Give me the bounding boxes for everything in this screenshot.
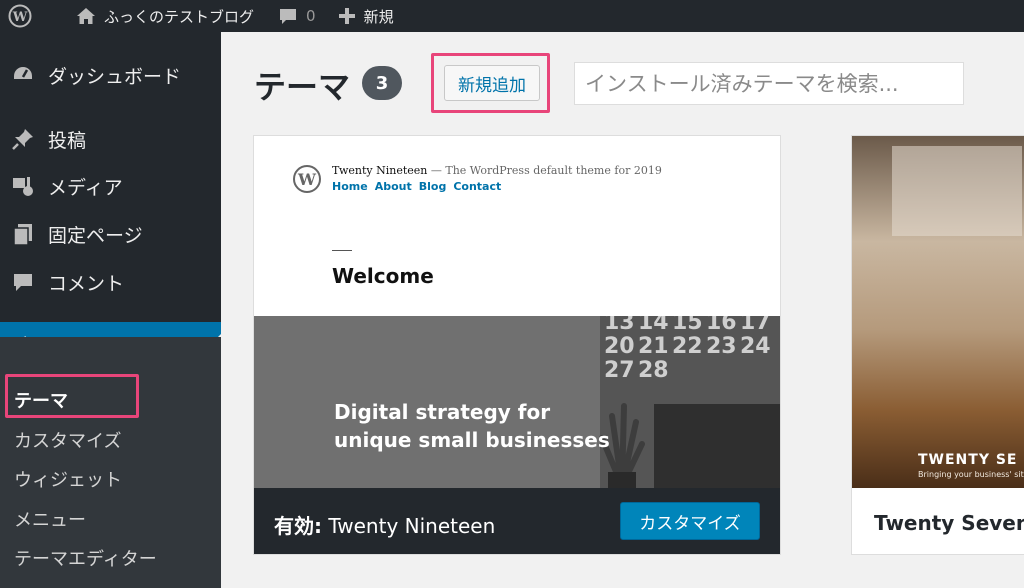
pages-icon [10,221,36,247]
admin-bar: W ふっくのテストブログ 0 新規 [0,0,1024,32]
themes-highlight-box [5,374,139,418]
preview-tagline-line: Digital strategy for [334,400,551,424]
preview-site-name: Twenty Nineteen [332,164,428,177]
preview-site-title: Twenty Nineteen — The WordPress default … [332,164,662,177]
calendar-number: 17 [740,316,771,335]
customize-button[interactable]: カスタマイズ [620,502,760,540]
preview-nav-item: Blog [418,180,447,193]
page-title: テーマ [254,68,351,106]
menu-media[interactable]: メディア [0,162,221,210]
wordpress-mark-icon: W [293,165,321,193]
preview-tagline-line: unique small businesses [334,428,610,452]
theme-screenshot-twenty-seventeen: TWENTY SE Bringing your business' site t… [852,136,1024,488]
calendar-number: 13 [604,316,635,335]
add-new-theme-button[interactable]: 新規追加 [444,65,540,101]
submenu-theme-editor[interactable]: テーマエディター [14,545,157,571]
site-name: ふっくのテストブログ [104,7,255,26]
preview-nav: Home About Blog Contact [332,180,501,193]
submenu-menus[interactable]: メニュー [14,506,86,532]
preview-monitor-image [654,404,780,488]
active-theme-label: 有効: Twenty Nineteen [274,510,495,539]
preview-tagline: Digital strategy for unique small busine… [334,398,614,454]
new-label: 新規 [363,7,394,26]
preview-nav-item: About [374,180,412,193]
theme-search-input[interactable] [574,62,964,105]
menu-posts-label: 投稿 [48,129,87,152]
menu-pages-label: 固定ページ [48,224,143,247]
theme-card-twenty-nineteen[interactable]: W Twenty Nineteen — The WordPress defaul… [253,135,781,555]
calendar-number: 14 [638,316,669,335]
calendar-number: 28 [638,358,669,383]
calendar-number: 21 [638,334,669,359]
new-content-link[interactable]: 新規 [330,0,402,32]
comment-icon [10,269,36,295]
calendar-number: 23 [706,334,737,359]
menu-dashboard-label: ダッシュボード [48,65,182,88]
home-icon [77,8,95,24]
preview-brand: TWENTY SE [918,452,1018,468]
menu-comments-label: コメント [48,272,125,295]
theme-screenshot-top: W Twenty Nineteen — The WordPress defaul… [254,136,780,316]
dashboard-icon [10,62,36,88]
menu-media-label: メディア [48,176,123,199]
theme-count-badge: 3 [362,66,402,100]
media-icon [10,173,36,199]
theme-screenshot-hero: 13 14 15 16 17 20 21 22 23 24 27 28 Digi… [254,316,780,488]
theme-card-twenty-seventeen[interactable]: TWENTY SE Bringing your business' site t… [851,135,1024,555]
calendar-number: 15 [672,316,703,335]
site-name-link[interactable]: ふっくのテストブログ [68,0,262,32]
svg-text:W: W [12,10,28,25]
menu-dashboard[interactable]: ダッシュボード [0,51,221,99]
preview-divider [332,250,352,251]
comments-link[interactable]: 0 [270,0,324,32]
preview-welcome-heading: Welcome [332,264,434,288]
svg-text:W: W [297,170,317,189]
calendar-number: 22 [672,334,703,359]
preview-nav-item: Home [332,180,368,193]
active-theme-name: Twenty Nineteen [328,514,496,538]
menu-pages[interactable]: 固定ページ [0,210,221,258]
comment-bubble-icon [280,9,297,24]
submenu-widgets[interactable]: ウィジェット [14,466,122,492]
wordpress-logo-button[interactable]: W [0,0,40,32]
theme-card-footer: 有効: Twenty Nineteen カスタマイズ [254,488,780,554]
plus-icon [338,8,355,24]
calendar-number: 24 [740,334,771,359]
wordpress-logo-icon: W [8,4,32,28]
pin-icon [10,126,36,152]
calendar-number: 16 [706,316,737,335]
calendar-number: 20 [604,334,635,359]
preview-brand-sub: Bringing your business' site to life [918,470,1024,479]
menu-posts[interactable]: 投稿 [0,115,221,163]
preview-nav-item: Contact [453,180,502,193]
calendar-number: 27 [604,358,635,383]
menu-comments[interactable]: コメント [0,258,221,306]
active-prefix: 有効: [274,514,322,538]
submenu-customize[interactable]: カスタマイズ [14,427,121,453]
theme-name: Twenty Sevente [874,511,1024,535]
comments-count: 0 [306,7,316,25]
preview-site-description: — The WordPress default theme for 2019 [427,164,662,177]
